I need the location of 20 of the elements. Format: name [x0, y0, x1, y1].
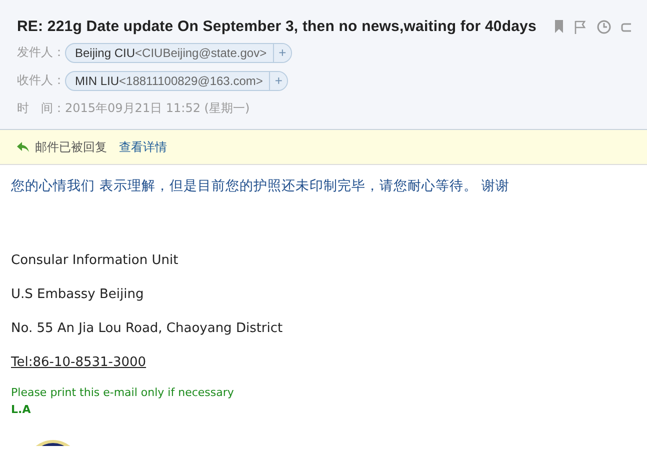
contact-chip[interactable]: Beijing CIU<CIUBeijing@state.gov> — [66, 44, 273, 62]
field-label: 发件人： — [17, 44, 65, 61]
phone-link[interactable]: Tel:86-10-8531-3000 — [11, 355, 146, 370]
sent-time: 2015年09月21日 11:52 (星期一) — [65, 100, 250, 117]
field-label: 时 间： — [17, 100, 65, 117]
flag-icon[interactable] — [574, 20, 588, 34]
field-label: 收件人： — [17, 72, 65, 89]
print-notice: Please print this e-mail only if necessary — [11, 386, 235, 399]
signature-line: Consular Information Unit — [11, 253, 180, 268]
signature-line: No. 55 An Jia Lou Road, Chaoyang District — [11, 321, 284, 336]
clock-icon[interactable] — [597, 20, 612, 34]
reply-icon — [17, 142, 29, 152]
email-subject: RE: 221g Date update On September 3, then no news,waiting for 40days — [17, 18, 536, 35]
bookmark-icon[interactable] — [554, 20, 564, 33]
contact-chip[interactable]: MIN LIU<18811100829@163.com> — [66, 72, 269, 90]
initials: L.A — [11, 403, 32, 416]
details-link[interactable]: 查看详情 — [119, 138, 167, 156]
reply-notice: 邮件已被回复 — [35, 138, 107, 156]
message-text: 您的心情我们 表示理解，但是目前您的护照还未印制完毕，请您耐心等待。 谢谢 — [11, 177, 511, 195]
signature-line: U.S Embassy Beijing — [11, 287, 145, 302]
